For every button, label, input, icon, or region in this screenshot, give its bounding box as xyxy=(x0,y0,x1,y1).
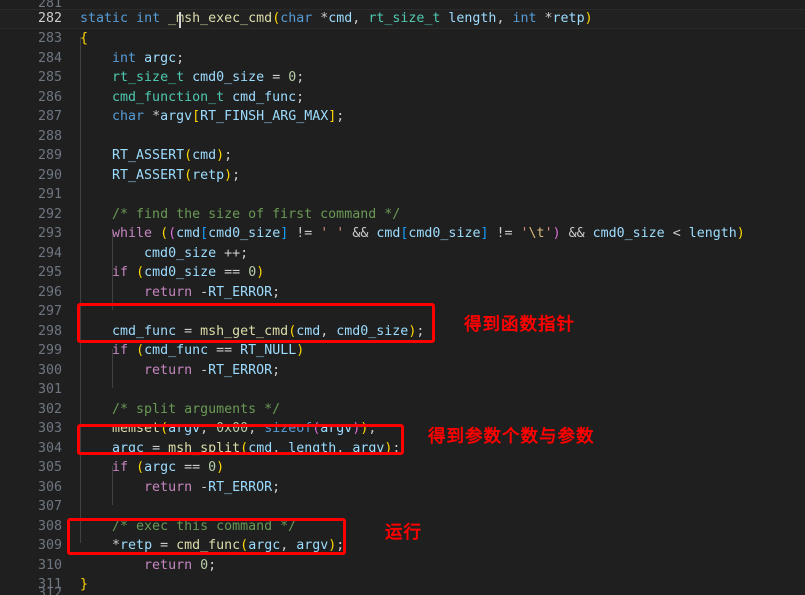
code-line[interactable]: 297 xyxy=(0,302,805,322)
line-content: if (cmd_func == RT_NULL) xyxy=(112,343,305,358)
code-line[interactable]: 306 return -RT_ERROR; xyxy=(0,478,805,498)
code-line[interactable]: 285 rt_size_t cmd0_size = 0; xyxy=(0,68,805,88)
line-content: memset(argv, 0x00, sizeof(argv)); xyxy=(112,421,377,436)
code-line[interactable]: 286 cmd_function_t cmd_func; xyxy=(0,88,805,108)
line-content: if (argc == 0) xyxy=(112,460,225,475)
line-number: 294 xyxy=(37,245,62,261)
code-line[interactable]: 291 xyxy=(0,185,805,205)
code-line[interactable]: 284 int argc; xyxy=(0,49,805,69)
code-line-current[interactable]: 282 static int _msh_exec_cmd(char *cmd, … xyxy=(0,9,805,29)
code-line[interactable]: 301 xyxy=(0,380,805,400)
line-number: 283 xyxy=(37,31,62,46)
line-content: return -RT_ERROR; xyxy=(144,284,281,300)
line-number: 291 xyxy=(37,187,62,202)
line-number: 298 xyxy=(37,323,62,339)
code-line[interactable]: 290 RT_ASSERT(retp); xyxy=(0,166,805,186)
code-line[interactable]: 305 if (argc == 0) xyxy=(0,458,805,478)
line-content: /* split arguments */ xyxy=(112,401,281,417)
code-line[interactable]: 298 cmd_func = msh_get_cmd(cmd, cmd0_siz… xyxy=(0,322,805,342)
line-number: 292 xyxy=(37,206,62,222)
line-content: { xyxy=(80,31,89,46)
line-number: 284 xyxy=(37,50,62,66)
line-number: 285 xyxy=(37,70,62,85)
code-line[interactable]: 293 while ((cmd[cmd0_size] != ' ' && cmd… xyxy=(0,224,805,244)
line-number: 282 xyxy=(37,11,62,26)
code-line[interactable]: 296 return -RT_ERROR; xyxy=(0,283,805,303)
line-number: 305 xyxy=(37,460,62,475)
line-number: 304 xyxy=(37,440,62,456)
code-line[interactable]: 300 return -RT_ERROR; xyxy=(0,361,805,381)
line-content: cmd0_size ++; xyxy=(144,245,249,261)
line-content: static int _msh_exec_cmd(char *cmd, rt_s… xyxy=(80,11,593,26)
line-content: /* find the size of first command */ xyxy=(112,206,401,222)
line-content: cmd_func = msh_get_cmd(cmd, cmd0_size); xyxy=(112,323,425,339)
annotation-exec: 运行 xyxy=(385,523,422,543)
line-content: return 0; xyxy=(144,557,217,573)
code-line[interactable]: 283 { xyxy=(0,29,805,49)
line-content: return -RT_ERROR; xyxy=(144,362,281,378)
line-content: return -RT_ERROR; xyxy=(144,479,281,495)
line-number: 309 xyxy=(37,538,62,553)
line-number: 297 xyxy=(37,304,62,319)
line-number: 300 xyxy=(37,362,62,378)
line-number: 303 xyxy=(37,421,62,436)
line-number: 299 xyxy=(37,343,62,358)
line-number: 310 xyxy=(37,557,62,573)
line-number: 287 xyxy=(37,109,62,124)
code-line[interactable]: 295 if (cmd0_size == 0) xyxy=(0,263,805,283)
code-line[interactable]: 303 memset(argv, 0x00, sizeof(argv)); xyxy=(0,419,805,439)
line-number: 301 xyxy=(37,382,62,397)
line-content: *retp = cmd_func(argc, argv); xyxy=(112,538,345,553)
code-line[interactable]: 304 argc = msh_split(cmd, length, argv); xyxy=(0,439,805,459)
line-number: 289 xyxy=(37,148,62,163)
line-content: cmd_function_t cmd_func; xyxy=(112,89,305,105)
code-line[interactable]: 302 /* split arguments */ xyxy=(0,400,805,420)
line-number: 295 xyxy=(37,265,62,280)
line-number: 307 xyxy=(37,499,62,514)
code-line[interactable]: 289 RT_ASSERT(cmd); xyxy=(0,146,805,166)
line-number: 286 xyxy=(37,89,62,105)
line-content: rt_size_t cmd0_size = 0; xyxy=(112,70,305,85)
line-number: 290 xyxy=(37,167,62,183)
line-content: char *argv[RT_FINSH_ARG_MAX]; xyxy=(112,109,345,124)
annotation-function-pointer: 得到函数指针 xyxy=(464,315,575,335)
code-line[interactable]: 299 if (cmd_func == RT_NULL) xyxy=(0,341,805,361)
line-number: 288 xyxy=(37,128,62,144)
code-line[interactable]: 294 cmd0_size ++; xyxy=(0,244,805,264)
line-content: RT_ASSERT(retp); xyxy=(112,167,241,183)
code-line[interactable]: 292 /* find the size of first command */ xyxy=(0,205,805,225)
line-content: argc = msh_split(cmd, length, argv); xyxy=(112,440,401,456)
line-content: while ((cmd[cmd0_size] != ' ' && cmd[cmd… xyxy=(112,226,745,241)
line-content: RT_ASSERT(cmd); xyxy=(112,148,233,163)
code-line[interactable]: 288 xyxy=(0,127,805,147)
line-content: /* exec this command */ xyxy=(112,518,297,534)
line-number: 293 xyxy=(37,226,62,241)
code-line[interactable]: 310 return 0; xyxy=(0,556,805,576)
line-number: 306 xyxy=(37,479,62,495)
line-content: int argc; xyxy=(112,50,185,66)
code-line[interactable]: 287 char *argv[RT_FINSH_ARG_MAX]; xyxy=(0,107,805,127)
line-content: if (cmd0_size == 0) xyxy=(112,265,265,280)
text-caret xyxy=(179,12,181,28)
code-editor[interactable]: 281 282 static int _msh_exec_cmd(char *c… xyxy=(0,0,805,595)
line-number: 302 xyxy=(37,401,62,417)
line-number: 296 xyxy=(37,284,62,300)
line-number: 312 xyxy=(37,586,62,595)
annotation-split-args: 得到参数个数与参数 xyxy=(428,427,595,447)
code-lines-container[interactable]: 281 282 static int _msh_exec_cmd(char *c… xyxy=(0,0,805,595)
line-number: 308 xyxy=(37,518,62,534)
code-line[interactable]: 307 xyxy=(0,497,805,517)
code-line[interactable]: 312 xyxy=(0,584,805,595)
